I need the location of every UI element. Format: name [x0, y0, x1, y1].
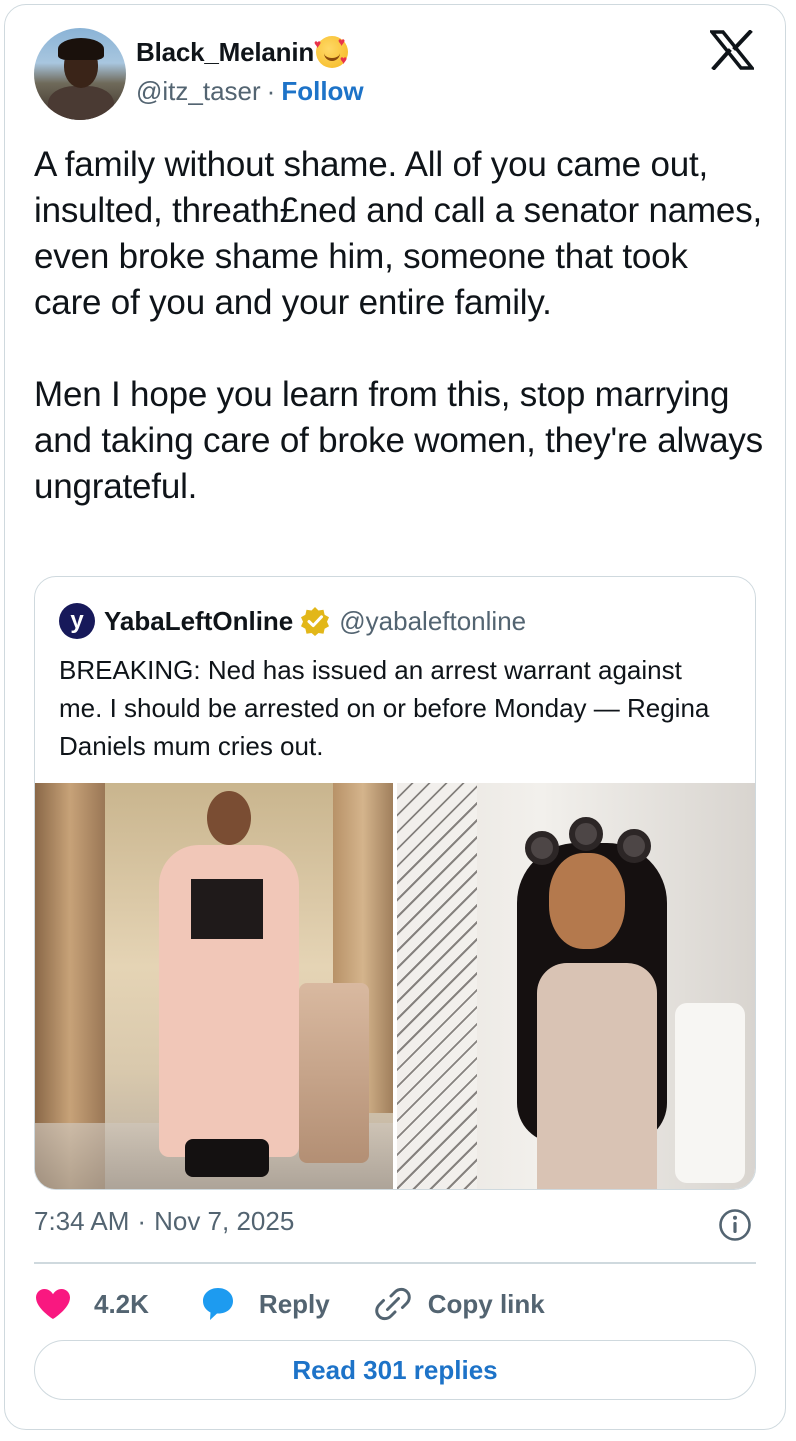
media-photo-left[interactable] — [35, 783, 393, 1189]
verified-badge-icon — [301, 607, 330, 636]
like-button[interactable]: 4.2K — [34, 1287, 199, 1321]
tweet-date: Nov 7, 2025 — [154, 1206, 295, 1236]
copy-link-label: Copy link — [427, 1288, 545, 1319]
media-photo-right[interactable] — [397, 783, 755, 1189]
copy-link-button[interactable]: Copy link — [374, 1285, 545, 1323]
photo-clothing-shape — [191, 879, 263, 939]
photo-wall-pattern-shape — [397, 783, 477, 1189]
read-replies-button[interactable]: Read 301 replies — [34, 1340, 756, 1400]
photo-person-shape — [537, 963, 657, 1189]
emoji-heart-icon: ♥ — [340, 53, 347, 67]
smiling-face-with-hearts-emoji-icon: ♥ ♥ ♥ — [314, 35, 349, 68]
reply-label: Reply — [258, 1288, 330, 1319]
emoji-heart-icon: ♥ — [314, 37, 321, 51]
emoji-smile-shape — [324, 53, 341, 61]
author-display-name[interactable]: Black_Melanin — [136, 37, 314, 68]
yabaleft-logo-icon: y — [59, 603, 95, 639]
author-name-row[interactable]: Black_Melanin ♥ ♥ ♥ — [136, 35, 349, 68]
avatar-hair-shape — [58, 38, 104, 60]
photo-hair-rollers-shape — [525, 817, 655, 867]
handle-separator: · — [266, 76, 276, 106]
tweet-body: A family without shame. All of you came … — [34, 142, 764, 510]
author-avatar[interactable] — [34, 28, 126, 120]
quoted-author-name[interactable]: YabaLeftOnline — [104, 606, 293, 637]
quoted-tweet[interactable]: y YabaLeftOnline @yabaleftonline BREAKIN… — [34, 576, 756, 1190]
quoted-author-handle[interactable]: @yabaleftonline — [339, 606, 526, 637]
tweet-paragraph: A family without shame. All of you came … — [34, 145, 763, 322]
reply-bubble-icon — [202, 1288, 233, 1320]
photo-head-shape — [549, 853, 625, 949]
timestamp-separator: · — [137, 1206, 147, 1236]
info-icon[interactable] — [718, 1208, 752, 1242]
photo-shoes-shape — [185, 1139, 269, 1177]
author-handle-row: @itz_taser · Follow — [136, 76, 364, 107]
author-handle[interactable]: @itz_taser — [136, 76, 261, 107]
x-logo-icon[interactable] — [710, 30, 754, 70]
quoted-tweet-header: y YabaLeftOnline @yabaleftonline — [59, 603, 526, 639]
quoted-tweet-text: BREAKING: Ned has issued an arrest warra… — [59, 655, 710, 761]
tweet-actions: 4.2K Reply Copy link — [34, 1282, 545, 1326]
tweet-time: 7:34 AM — [34, 1206, 130, 1236]
reply-button[interactable]: Reply — [199, 1286, 374, 1322]
avatar-body-shape — [48, 86, 114, 120]
tweet-timestamp[interactable]: 7:34 AM · Nov 7, 2025 — [34, 1206, 294, 1237]
follow-button[interactable]: Follow — [281, 76, 363, 107]
divider — [34, 1262, 756, 1264]
read-replies-label: Read 301 replies — [292, 1354, 498, 1385]
emoji-heart-icon: ♥ — [338, 35, 345, 49]
photo-chair-shape — [299, 983, 369, 1163]
like-count: 4.2K — [94, 1288, 149, 1319]
photo-head-shape — [207, 791, 251, 845]
heart-icon — [36, 1289, 70, 1319]
link-icon — [374, 1287, 411, 1321]
photo-chair-shape — [675, 1003, 745, 1183]
tweet-paragraph: Men I hope you learn from this, stop mar… — [34, 375, 763, 506]
quoted-tweet-media[interactable] — [35, 783, 755, 1189]
